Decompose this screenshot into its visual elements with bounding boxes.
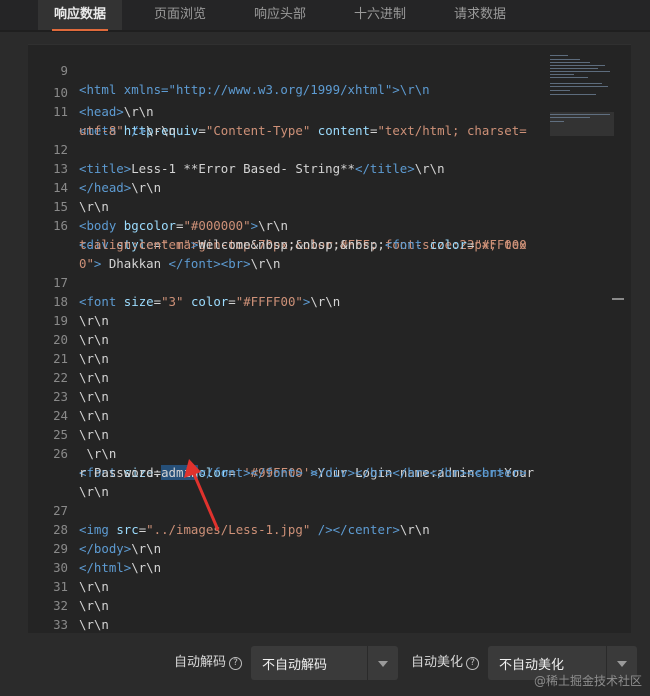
code-editor[interactable]: 9 <html xmlns="http://www.w3.org/1999/xh… [28, 44, 631, 633]
tab-request-data[interactable]: 请求数据 [440, 0, 520, 30]
auto-decode-label: 自动解码? [174, 654, 243, 672]
code-line: 32 \r\n [28, 577, 109, 632]
watermark: @稀土掘金技术社区 [533, 674, 642, 688]
code-line: 27 <img src="../images/Less-1.jpg" /></c… [28, 482, 430, 537]
tab-response-data[interactable]: 响应数据 [38, 0, 122, 31]
help-icon[interactable]: ? [229, 657, 243, 670]
code-line: 14 \r\n [28, 159, 109, 214]
code-line: 22 \r\n [28, 349, 109, 404]
auto-decode-select[interactable]: 不自动解码 [251, 646, 398, 680]
auto-beautify-value: 不自动美化 [499, 658, 565, 673]
code-minimap[interactable] [550, 55, 614, 135]
response-tabs: 响应数据 页面浏览 响应头部 十六进制 请求数据 [0, 0, 650, 32]
code-line-wrap: \r\n [79, 484, 109, 499]
scroll-position-marker[interactable] [612, 298, 624, 300]
code-line: 24 \r\n [28, 387, 109, 442]
code-line: 20 \r\n [28, 311, 109, 366]
code-line: 34 \r\n [28, 615, 58, 633]
code-line: 13 </head>\r\n [28, 140, 161, 195]
code-line: 17 <font size="3" color="#FFFF00">\r\n [28, 254, 340, 309]
highlighted-password: admin [161, 465, 199, 480]
code-line: 29 </html>\r\n [28, 520, 161, 575]
code-line: 16 <div style=" margin-top:70px;color:#F… [28, 197, 527, 252]
tab-page-preview[interactable]: 页面浏览 [140, 0, 220, 30]
auto-decode-value: 不自动解码 [262, 658, 328, 673]
code-line-wrap: 0"> Dhakkan </font><br>\r\n [79, 256, 281, 271]
code-line: 25 \r\n [28, 406, 116, 461]
code-line: 12 <title>Less-1 **Error Based- String**… [28, 121, 444, 176]
code-line: 11 <meta http-equiv="Content-Type" conte… [28, 83, 527, 138]
code-line-wrap: r Password:admin</font></font> </div></b… [79, 465, 527, 480]
code-line-wrap: utf-8" />\r\n [79, 123, 176, 138]
tab-hex[interactable]: 十六进制 [340, 0, 420, 30]
tab-response-headers[interactable]: 响应头部 [240, 0, 320, 30]
code-line: 18 \r\n [28, 273, 109, 328]
page-title-text: Less-1 **Error Based- String** [131, 161, 356, 176]
code-line: 15 <body bgcolor="#000000">\r\n [28, 178, 288, 233]
code-line: 10 <head>\r\n [28, 64, 154, 119]
code-line: 26 <font size='5' color= '#99FF00'>Your … [28, 425, 534, 480]
code-line-wrap: t-align:center">Welcome&nbsp;&nbsp;&nbsp… [79, 237, 527, 252]
code-line: 23 \r\n [28, 368, 109, 423]
auto-beautify-label: 自动美化? [411, 654, 480, 672]
code-text: <html xmlns="http://www.w3.org/1999/xhtm… [79, 82, 430, 97]
code-line: 9 <html xmlns="http://www.w3.org/1999/xh… [28, 45, 430, 97]
code-line: 30 \r\n [28, 539, 109, 594]
code-line: 28 </body>\r\n [28, 501, 161, 556]
code-line: 31 \r\n [28, 558, 109, 613]
chevron-down-icon[interactable] [367, 646, 398, 680]
code-line: 33 \r\n [28, 596, 68, 632]
help-icon[interactable]: ? [466, 657, 480, 670]
code-line: 19 \r\n [28, 292, 109, 347]
code-line: 21 \r\n [28, 330, 109, 385]
